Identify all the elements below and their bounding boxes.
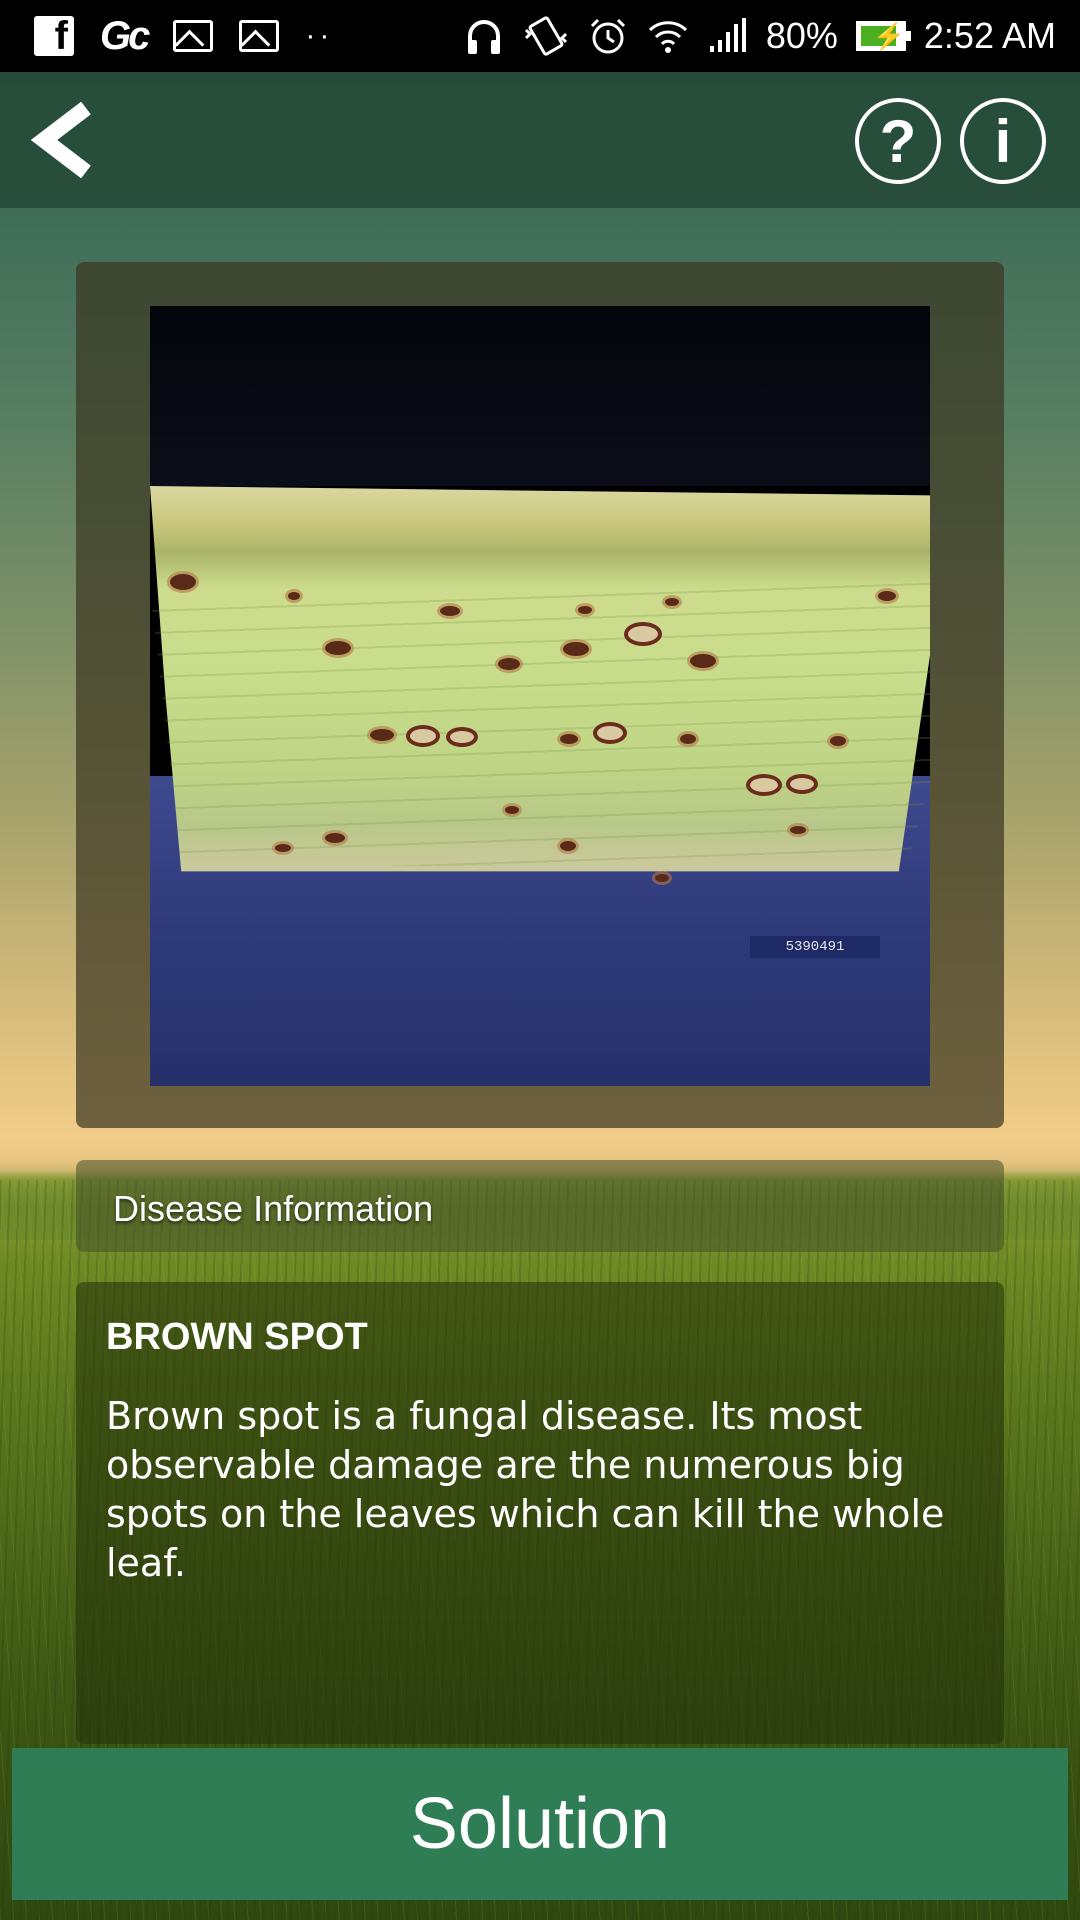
info-icon: i: [994, 107, 1012, 175]
solution-button[interactable]: Solution: [12, 1748, 1068, 1900]
disease-description-card: BROWN SPOT Brown spot is a fungal diseas…: [76, 1282, 1004, 1744]
alarm-icon: [590, 18, 625, 54]
vibrate-icon: [524, 16, 567, 56]
image-icon: [173, 20, 214, 52]
leaf-spot: [498, 658, 520, 670]
leaf-spot: [680, 734, 696, 744]
leaf-spot: [275, 844, 291, 852]
leaf-spot: [628, 626, 658, 642]
question-mark-icon: ?: [879, 107, 917, 175]
battery-percent: 80%: [765, 15, 838, 56]
facebook-icon: f: [34, 16, 74, 56]
leaf-spot: [790, 778, 814, 790]
leaf-spot: [665, 598, 679, 606]
section-title: Disease Information: [113, 1188, 434, 1229]
leaf-spot: [325, 833, 345, 843]
leaf-spot: [288, 592, 300, 600]
status-bar: f Gc ·· 80% ⚡ 2:52 AM: [0, 0, 1080, 72]
leaf-spot: [170, 574, 196, 590]
back-button[interactable]: [28, 98, 98, 182]
disease-photo: 5390491: [150, 306, 930, 1086]
leaf-spot: [325, 641, 351, 655]
leaf-spot: [830, 736, 846, 746]
gc-icon: Gc: [100, 13, 150, 58]
chevron-left-icon: [30, 101, 91, 179]
leaf-spot: [878, 591, 896, 601]
headphones-icon: [467, 20, 500, 54]
disease-info-header: Disease Information: [76, 1160, 1004, 1252]
leaf-spot: [563, 642, 589, 656]
leaf-spot: [450, 731, 474, 743]
leaf-spot: [410, 729, 436, 743]
disease-name: BROWN SPOT: [106, 1316, 368, 1358]
leaf-spot: [655, 874, 669, 882]
leaf-spot: [370, 729, 394, 741]
leaf-spot: [750, 778, 778, 792]
photo-stamp: 5390491: [750, 936, 880, 958]
clock: 2:52 AM: [923, 15, 1056, 56]
wifi-icon: [648, 21, 687, 53]
leaf-spot: [505, 806, 519, 814]
leaf-spot: [690, 654, 716, 668]
signal-icon: [709, 18, 746, 52]
leaf-spot: [790, 826, 806, 834]
leaf-spot: [440, 606, 460, 616]
app-bar: ? i: [0, 72, 1080, 208]
battery-charging-icon: ⚡: [855, 21, 911, 51]
leaf-spot: [560, 734, 578, 744]
info-button[interactable]: i: [960, 98, 1046, 184]
disease-description: Brown spot is a fungal disease. Its most…: [106, 1394, 945, 1585]
image-icon: [239, 20, 280, 52]
leaf-spot: [578, 606, 592, 614]
help-button[interactable]: ?: [855, 98, 941, 184]
more-dots-icon: ··: [305, 19, 334, 52]
disease-image-card: 5390491: [76, 262, 1004, 1128]
leaf-spot: [597, 726, 623, 740]
leaf-spot: [560, 841, 576, 851]
